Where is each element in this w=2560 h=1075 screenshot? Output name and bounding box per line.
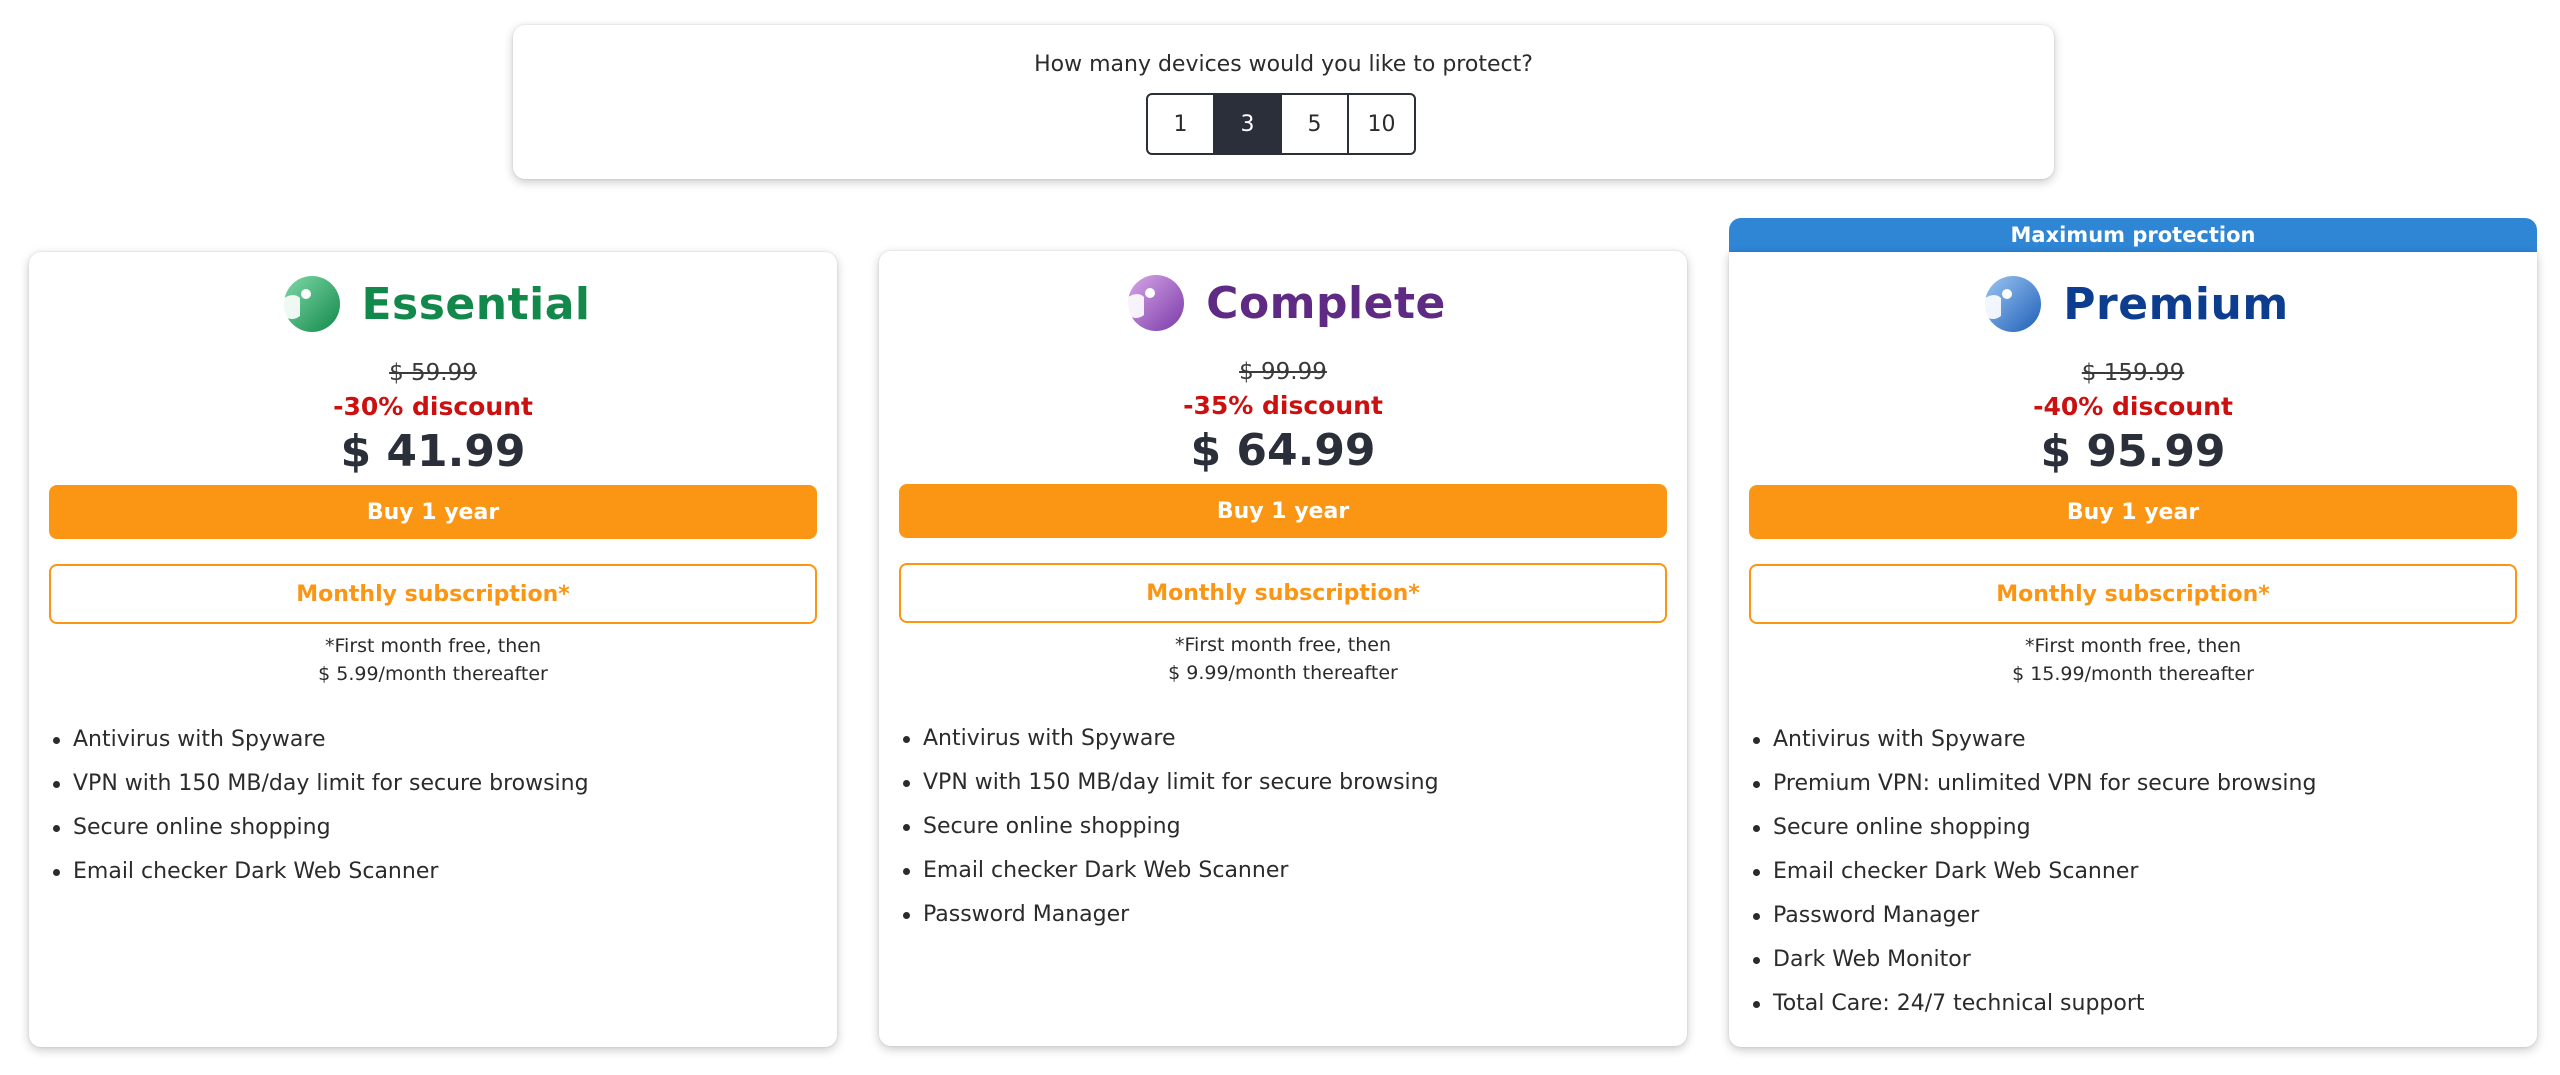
feature-item: Email checker Dark Web Scanner <box>53 850 837 894</box>
feature-list: Antivirus with Spyware VPN with 150 MB/d… <box>29 718 837 894</box>
device-selector-panel: How many devices would you like to prote… <box>513 25 2054 179</box>
current-price: $ 41.99 <box>340 426 526 477</box>
old-price: $ 99.99 <box>1239 359 1327 385</box>
discount-label: -40% discount <box>2033 392 2233 421</box>
device-options: 1 3 5 10 <box>1146 93 1416 155</box>
feature-list: Antivirus with Spyware Premium VPN: unli… <box>1729 718 2537 1026</box>
monthly-subscription-button[interactable]: Monthly subscription* <box>1749 564 2517 624</box>
footnote-line-1: *First month free, then <box>325 635 541 657</box>
plan-name: Essential <box>361 278 591 330</box>
monthly-subscription-button[interactable]: Monthly subscription* <box>899 563 1667 623</box>
footnote-line-1: *First month free, then <box>2025 635 2241 657</box>
plan-card-essential: Essential $ 59.99 -30% discount $ 41.99 … <box>29 252 837 1047</box>
plan-name: Premium <box>2063 278 2289 330</box>
feature-list: Antivirus with Spyware VPN with 150 MB/d… <box>879 717 1687 937</box>
discount-label: -30% discount <box>333 392 533 421</box>
current-price: $ 95.99 <box>2040 426 2226 477</box>
current-price: $ 64.99 <box>1190 425 1376 476</box>
footnote-line-2: $ 9.99/month thereafter <box>1168 662 1398 684</box>
feature-item: Antivirus with Spyware <box>1753 718 2537 762</box>
device-option-3[interactable]: 3 <box>1213 93 1282 155</box>
plan-card-complete: Complete $ 99.99 -35% discount $ 64.99 B… <box>879 251 1687 1046</box>
plan-logo-row: Complete <box>879 271 1687 335</box>
feature-item: Email checker Dark Web Scanner <box>903 849 1687 893</box>
buy-1-year-button[interactable]: Buy 1 year <box>1749 485 2517 539</box>
feature-item: Antivirus with Spyware <box>903 717 1687 761</box>
maximum-protection-banner: Maximum protection <box>1729 218 2537 252</box>
feature-item: VPN with 150 MB/day limit for secure bro… <box>53 762 837 806</box>
old-price: $ 59.99 <box>389 360 477 386</box>
feature-item: Secure online shopping <box>1753 806 2537 850</box>
device-option-5[interactable]: 5 <box>1280 93 1349 155</box>
feature-item: Antivirus with Spyware <box>53 718 837 762</box>
feature-item: Secure online shopping <box>903 805 1687 849</box>
footnote-line-2: $ 15.99/month thereafter <box>2012 663 2254 685</box>
feature-item: VPN with 150 MB/day limit for secure bro… <box>903 761 1687 805</box>
subscription-footnote: *First month free, then $ 9.99/month the… <box>879 631 1687 687</box>
premium-logo-icon <box>1985 276 2042 332</box>
buy-1-year-button[interactable]: Buy 1 year <box>899 484 1667 538</box>
feature-item: Password Manager <box>903 893 1687 937</box>
device-option-10[interactable]: 10 <box>1347 93 1416 155</box>
monthly-subscription-button[interactable]: Monthly subscription* <box>49 564 817 624</box>
plan-name: Complete <box>1206 277 1446 329</box>
device-question: How many devices would you like to prote… <box>1034 52 1533 77</box>
buy-1-year-button[interactable]: Buy 1 year <box>49 485 817 539</box>
subscription-footnote: *First month free, then $ 5.99/month the… <box>29 632 837 688</box>
footnote-line-1: *First month free, then <box>1175 634 1391 656</box>
plan-logo-row: Premium <box>1729 272 2537 336</box>
discount-label: -35% discount <box>1183 391 1383 420</box>
plan-logo-row: Essential <box>29 272 837 336</box>
feature-item: Email checker Dark Web Scanner <box>1753 850 2537 894</box>
subscription-footnote: *First month free, then $ 15.99/month th… <box>1729 632 2537 688</box>
feature-item: Total Care: 24/7 technical support <box>1753 982 2537 1026</box>
footnote-line-2: $ 5.99/month thereafter <box>318 663 548 685</box>
old-price: $ 159.99 <box>2081 360 2185 386</box>
feature-item: Dark Web Monitor <box>1753 938 2537 982</box>
plan-card-premium: Premium $ 159.99 -40% discount $ 95.99 B… <box>1729 252 2537 1047</box>
complete-logo-icon <box>1128 275 1185 331</box>
feature-item: Premium VPN: unlimited VPN for secure br… <box>1753 762 2537 806</box>
device-option-1[interactable]: 1 <box>1146 93 1215 155</box>
essential-logo-icon <box>283 276 340 332</box>
feature-item: Password Manager <box>1753 894 2537 938</box>
feature-item: Secure online shopping <box>53 806 837 850</box>
